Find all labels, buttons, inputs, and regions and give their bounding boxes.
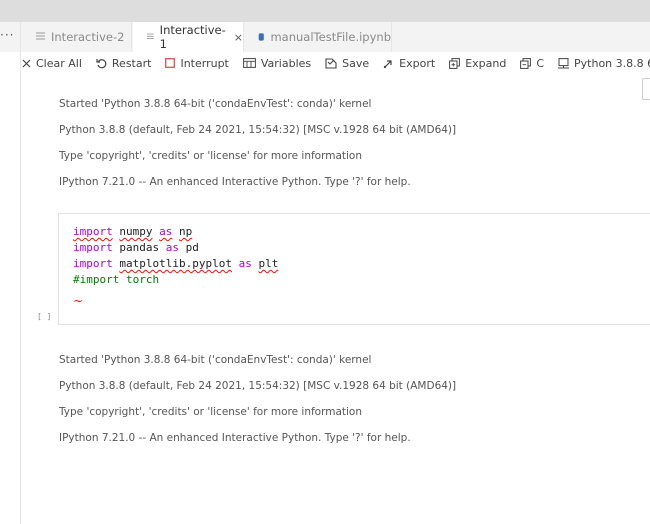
editor-gutter-line	[20, 22, 21, 524]
cell-execution-count: [ ]	[37, 312, 52, 321]
variables-icon	[242, 58, 256, 68]
output-line: Type 'copyright', 'credits' or 'license'…	[59, 150, 363, 162]
code-line-1: import numpy as np	[73, 225, 193, 238]
restart-button[interactable]: Restart	[96, 56, 152, 70]
interactive-toolbar: Clear All Restart Interrupt Variables Sa…	[22, 52, 650, 74]
collapse-button[interactable]: C	[520, 57, 544, 70]
code-editor[interactable]: import numpy as np import pandas as pd i…	[73, 224, 278, 288]
tab-interactive-2[interactable]: Interactive-2	[22, 22, 132, 52]
collapse-label: C	[536, 56, 545, 70]
restart-icon	[96, 58, 107, 68]
output-line: IPython 7.21.0 -- An enhanced Interactiv…	[59, 176, 411, 188]
tab-label: Interactive-2	[51, 30, 125, 44]
panel-edge-control[interactable]	[642, 78, 650, 100]
collapse-icon	[520, 57, 532, 69]
interrupt-label: Interrupt	[180, 56, 229, 70]
export-icon	[383, 59, 392, 68]
notebook-icon	[258, 33, 264, 41]
save-label: Save	[342, 56, 370, 70]
error-squiggle: ~	[73, 294, 84, 308]
save-button[interactable]: Save	[325, 57, 369, 70]
output-line: IPython 7.21.0 -- An enhanced Interactiv…	[59, 432, 411, 444]
expand-button[interactable]: Expand	[449, 57, 506, 70]
output-line: Started 'Python 3.8.8 64-bit ('condaEnvT…	[59, 354, 372, 366]
output-line: Started 'Python 3.8.8 64-bit ('condaEnvT…	[59, 98, 372, 110]
tab-manual-test-file[interactable]: manualTestFile.ipynb	[244, 22, 392, 52]
stop-icon	[165, 58, 176, 68]
tab-label: Interactive-1	[159, 23, 226, 51]
clear-all-label: Clear All	[36, 56, 82, 70]
close-icon[interactable]: ×	[234, 31, 243, 44]
output-line: Type 'copyright', 'credits' or 'license'…	[59, 406, 363, 418]
variables-button[interactable]: Variables	[242, 56, 312, 70]
export-label: Export	[399, 56, 436, 70]
output-line: Python 3.8.8 (default, Feb 24 2021, 15:5…	[59, 124, 457, 136]
restart-label: Restart	[111, 56, 152, 70]
tab-overflow-button[interactable]: ···	[0, 28, 18, 42]
list-icon	[147, 33, 154, 39]
code-line-3: import matplotlib.pyplot as plt	[73, 257, 279, 270]
window-top-bar	[0, 0, 650, 22]
close-icon	[22, 59, 31, 67]
code-cell[interactable]: import numpy as np import pandas as pd i…	[58, 213, 650, 325]
code-line-2: import pandas as pd	[73, 241, 199, 254]
code-line-4: #import torch	[73, 273, 160, 286]
variables-label: Variables	[260, 56, 312, 70]
server-icon	[558, 57, 570, 68]
save-icon	[325, 57, 337, 69]
clear-all-button[interactable]: Clear All	[22, 57, 82, 70]
output-line: Python 3.8.8 (default, Feb 24 2021, 15:5…	[59, 380, 457, 392]
tab-label: manualTestFile.ipynb	[270, 30, 391, 44]
tab-strip: ··· Interactive-2 Interactive-1 × manual…	[0, 22, 650, 52]
export-button[interactable]: Export	[383, 57, 435, 70]
expand-label: Expand	[465, 56, 507, 70]
list-icon	[36, 32, 45, 40]
kernel-picker[interactable]: Python 3.8.8 64-bit ('con	[558, 57, 650, 70]
kernel-label: Python 3.8.8 64-bit ('con	[574, 56, 650, 70]
tab-interactive-1[interactable]: Interactive-1 ×	[133, 22, 244, 52]
expand-icon	[449, 57, 461, 69]
interrupt-button[interactable]: Interrupt	[165, 56, 229, 70]
